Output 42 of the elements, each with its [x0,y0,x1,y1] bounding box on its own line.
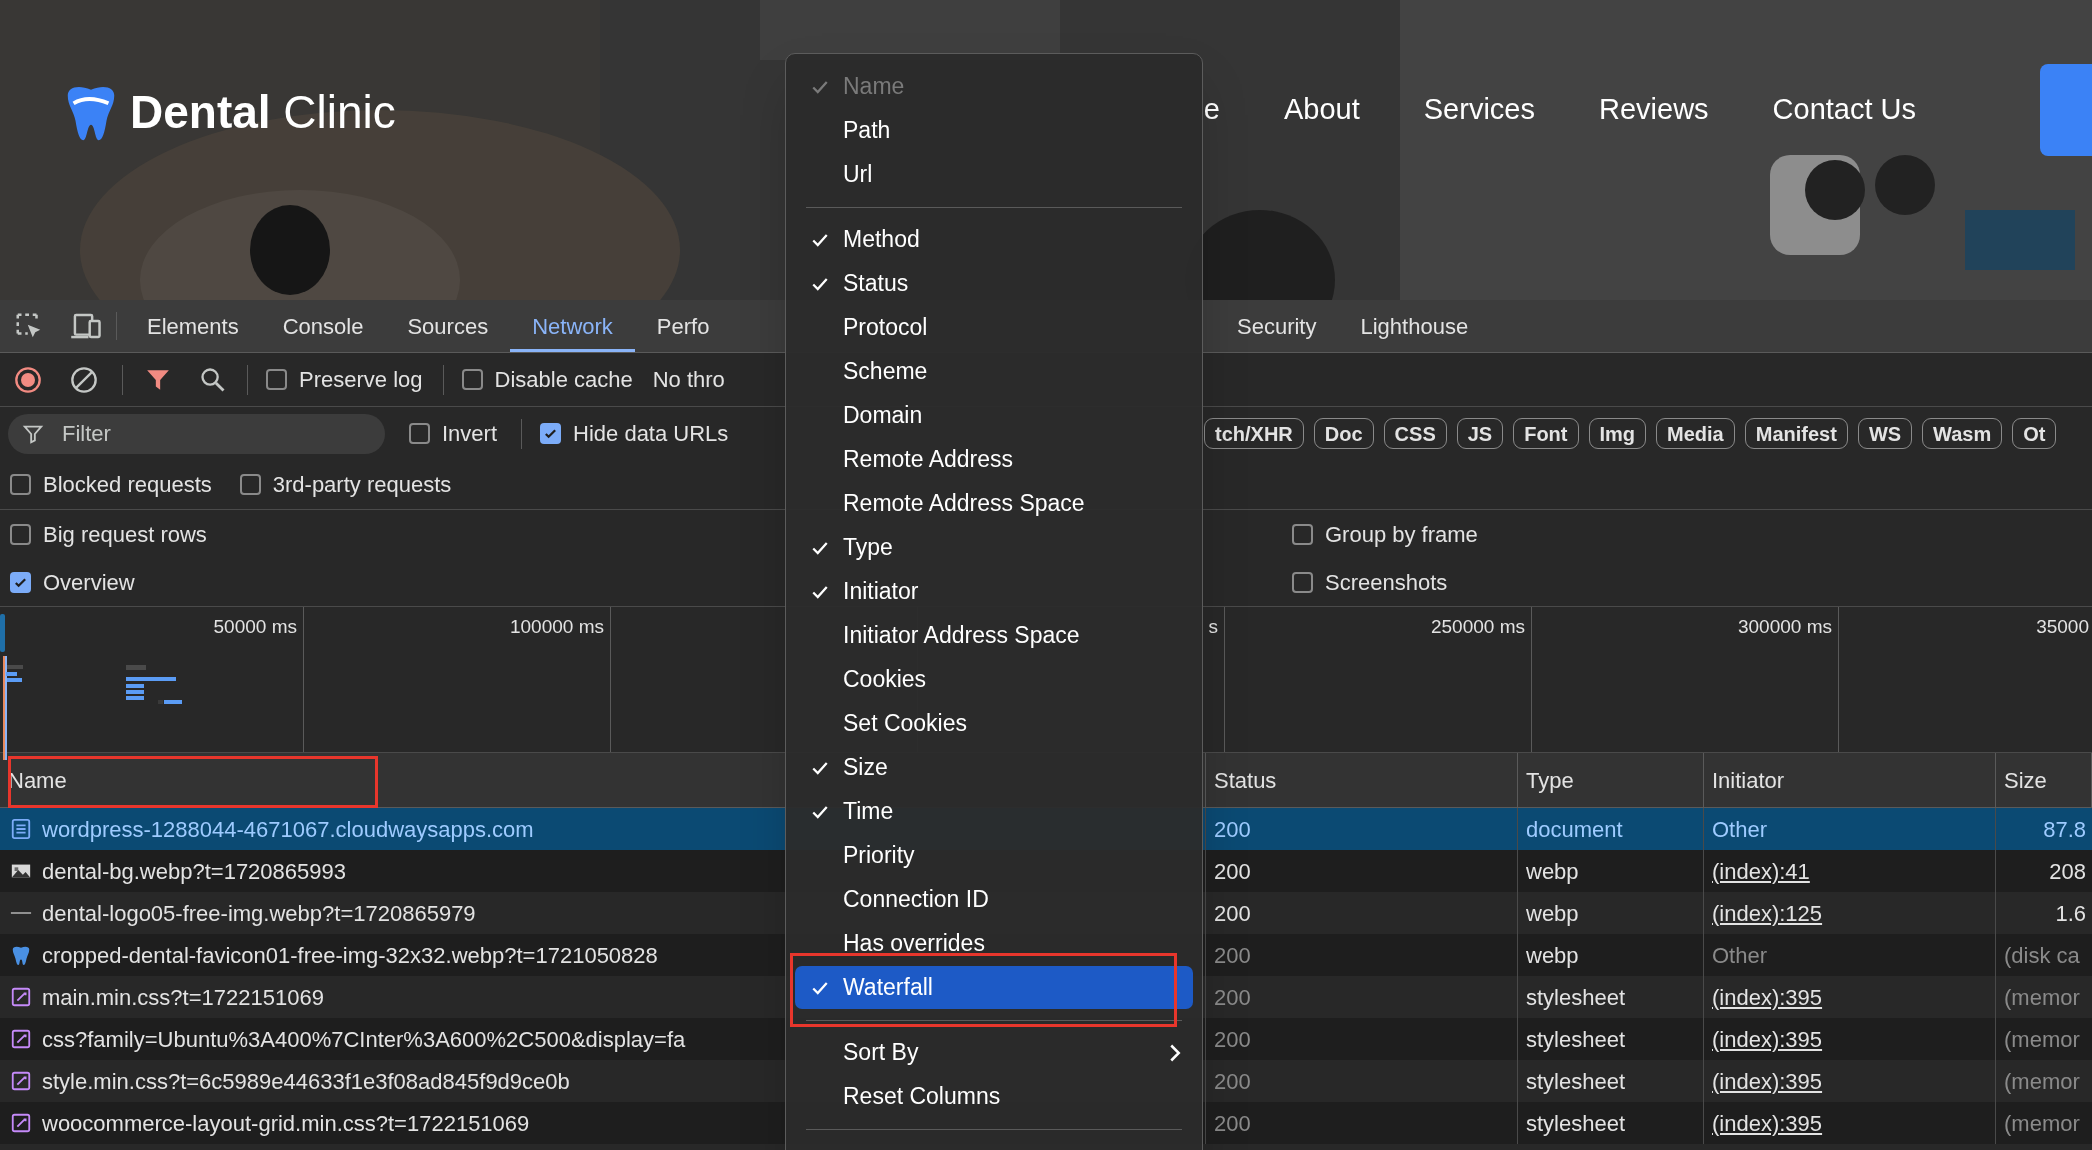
timeline-tick-label: 250000 ms [1431,615,1525,637]
resource-type: document [1526,815,1623,844]
checkbox-label: 3rd-party requests [272,471,452,499]
resource-type: stylesheet [1526,983,1626,1012]
checkbox-label: Big request rows [43,520,207,549]
resource-size: 208 [2049,857,2086,886]
resource-type: stylesheet [1526,1025,1626,1054]
resource-type: webp [1526,857,1579,886]
resource-type: webp [1526,899,1579,928]
checkbox-label: Screenshots [1325,568,1448,597]
status-code: 200 [1214,1067,1251,1096]
checkbox-label: Group by frame [1325,520,1478,549]
timeline-tick-label: 300000 ms [1738,615,1832,637]
resource-size: 1.6 [2055,899,2086,928]
status-code: 200 [1214,899,1251,928]
resource-size: (memor [2004,983,2080,1012]
status-code: 200 [1214,983,1251,1012]
resource-size: (memor [2004,1025,2080,1054]
resource-size: (memor [2004,1109,2080,1138]
resource-type: webp [1526,941,1579,970]
timeline-tick-label: 50000 ms [213,615,297,637]
timeline-tick-label: 100000 ms [510,615,604,637]
checkbox-label: Overview [43,568,135,597]
status-code: 200 [1214,815,1251,844]
resource-size: (memor [2004,1067,2080,1096]
timeline-tick-label: 35000 [2036,615,2089,637]
resource-size: (disk ca [2004,941,2080,970]
checkbox-label: Invert [442,420,498,448]
checkbox-label: Blocked requests [43,471,212,499]
status-code: 200 [1214,941,1251,970]
status-code: 200 [1214,1109,1251,1138]
resource-type: stylesheet [1526,1067,1626,1096]
initiator-text: Other [1712,941,1768,970]
initiator-text: Other [1712,815,1768,844]
resource-type: stylesheet [1526,1109,1626,1138]
checkbox-label: Hide data URLs [573,420,729,448]
checkbox-label: Preserve log [299,366,423,394]
timeline-tick-label: s [1208,615,1218,637]
resource-size: 87.8 [2043,815,2086,844]
status-code: 200 [1214,1025,1251,1054]
checkbox-label: Disable cache [494,366,633,394]
status-code: 200 [1214,857,1251,886]
